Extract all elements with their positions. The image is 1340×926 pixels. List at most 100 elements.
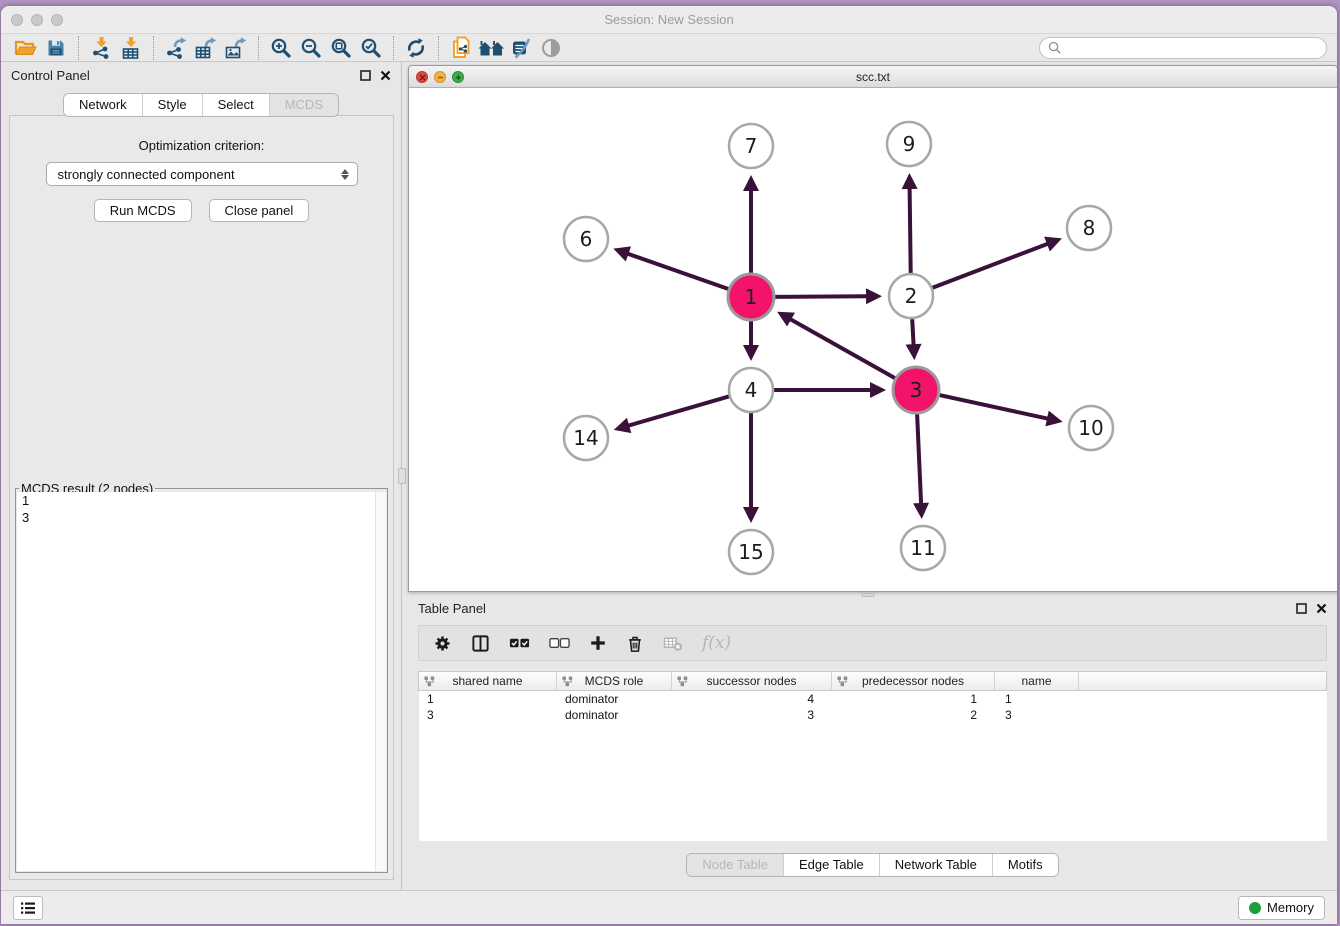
mcds-result-line: 1 [17,492,386,509]
export-table-button[interactable] [191,35,221,61]
close-panel-button[interactable]: Close panel [209,199,310,222]
network-window-titlebar[interactable]: scc.txt [409,66,1337,88]
cell-name[interactable]: 3 [995,708,1079,722]
tab-mcds[interactable]: MCDS [269,94,338,116]
control-panel: Control Panel Network Style Select MCDS … [1,62,402,890]
close-panel-icon[interactable] [380,70,391,81]
task-history-button[interactable] [13,896,43,920]
cell-predecessor-nodes[interactable]: 1 [832,692,995,706]
table-row[interactable]: 3 dominator 3 2 3 [419,707,1327,723]
toolbar-separator [393,36,394,60]
import-table-button[interactable] [116,35,146,61]
column-header-shared-name[interactable]: shared name [419,672,557,690]
minimize-window-button[interactable] [31,14,43,26]
delete-column-button[interactable] [626,630,644,656]
zoom-fit-button[interactable] [326,35,356,61]
graph-edge-2-8[interactable] [933,244,1048,288]
cell-successor-nodes[interactable]: 3 [672,708,832,722]
mcds-result-scrollbar[interactable] [375,492,386,871]
duplicate-network-button[interactable] [446,35,476,61]
refresh-icon [405,37,427,59]
home-view-button[interactable] [476,35,506,61]
save-session-button[interactable] [41,35,71,61]
float-panel-icon[interactable] [360,70,371,81]
node-table: shared name MCDS role successor nodes pr… [418,671,1327,841]
close-panel-icon[interactable] [1316,603,1327,614]
plus-icon [589,634,607,652]
checked-boxes-icon [509,636,530,650]
column-header-predecessor-nodes[interactable]: predecessor nodes [832,672,995,690]
delete-table-button[interactable] [663,630,683,656]
cell-shared-name[interactable]: 1 [419,692,557,706]
select-all-columns-button[interactable] [509,630,530,656]
column-header-mcds-role[interactable]: MCDS role [557,672,672,690]
graph-edge-3-1[interactable] [790,319,895,378]
cell-mcds-role[interactable]: dominator [557,708,672,722]
float-panel-icon[interactable] [1296,603,1307,614]
show-columns-button[interactable] [471,630,490,656]
tab-network[interactable]: Network [64,94,142,116]
tab-style[interactable]: Style [142,94,202,116]
memory-button[interactable]: Memory [1238,896,1325,920]
table-row[interactable]: 1 dominator 4 1 1 [419,691,1327,707]
eye-button[interactable] [536,35,566,61]
graph-node-label-2: 2 [905,284,918,308]
zoom-selected-button[interactable] [356,35,386,61]
cell-predecessor-nodes[interactable]: 2 [832,708,995,722]
tab-edge-table[interactable]: Edge Table [783,854,879,876]
cell-name[interactable]: 1 [995,692,1079,706]
graph-edge-1-2[interactable] [775,296,867,297]
column-type-icon [837,676,848,687]
network-maximize-button[interactable] [452,71,464,83]
table-settings-button[interactable] [433,630,452,656]
column-header-name[interactable]: name [995,672,1079,690]
tab-network-table[interactable]: Network Table [879,854,992,876]
tab-node-table[interactable]: Node Table [687,854,783,876]
table-panel-header: Table Panel [408,595,1337,621]
toolbar-separator [153,36,154,60]
graph-node-label-9: 9 [903,132,916,156]
export-image-button[interactable] [221,35,251,61]
graph-node-label-4: 4 [745,378,758,402]
graph-edge-3-10[interactable] [940,395,1049,419]
graph-edge-2-3[interactable] [912,319,913,345]
panel-divider-grip[interactable] [398,468,406,484]
network-minimize-button[interactable] [434,71,446,83]
graph-edge-1-6[interactable] [628,254,729,289]
mcds-result-box[interactable]: 1 3 [17,492,386,871]
show-hide-labels-button[interactable] [506,35,536,61]
graph-edge-2-9[interactable] [910,188,911,273]
graph-edge-3-11[interactable] [917,414,921,504]
maximize-glyph-icon [455,74,462,81]
network-graph[interactable]: 1234678910111415 [409,88,1337,591]
cell-successor-nodes[interactable]: 4 [672,692,832,706]
zoom-out-icon [300,37,322,59]
network-canvas[interactable]: 1234678910111415 [409,88,1337,591]
import-network-button[interactable] [86,35,116,61]
run-mcds-button[interactable]: Run MCDS [94,199,192,222]
zoom-out-button[interactable] [296,35,326,61]
search-input[interactable] [1066,41,1318,55]
search-box[interactable] [1039,37,1327,59]
function-builder-button[interactable]: f(x) [702,630,731,656]
tab-select[interactable]: Select [202,94,269,116]
optimization-criterion-select[interactable]: strongly connected component [46,162,358,186]
graph-edge-4-14[interactable] [628,396,729,425]
create-column-button[interactable] [589,630,607,656]
column-header-successor-nodes[interactable]: successor nodes [672,672,832,690]
tab-motifs[interactable]: Motifs [992,854,1058,876]
column-type-icon [562,676,573,687]
network-close-button[interactable] [416,71,428,83]
unselect-all-columns-button[interactable] [549,630,570,656]
zoom-window-button[interactable] [51,14,63,26]
cell-mcds-role[interactable]: dominator [557,692,672,706]
refresh-button[interactable] [401,35,431,61]
table-body: 1 dominator 4 1 1 3 dominator 3 2 3 [418,691,1327,841]
export-network-button[interactable] [161,35,191,61]
cell-shared-name[interactable]: 3 [419,708,557,722]
zoom-in-button[interactable] [266,35,296,61]
open-file-button[interactable] [11,35,41,61]
minimize-glyph-icon [437,74,444,81]
close-window-button[interactable] [11,14,23,26]
table-panel: Table Panel [408,595,1337,890]
